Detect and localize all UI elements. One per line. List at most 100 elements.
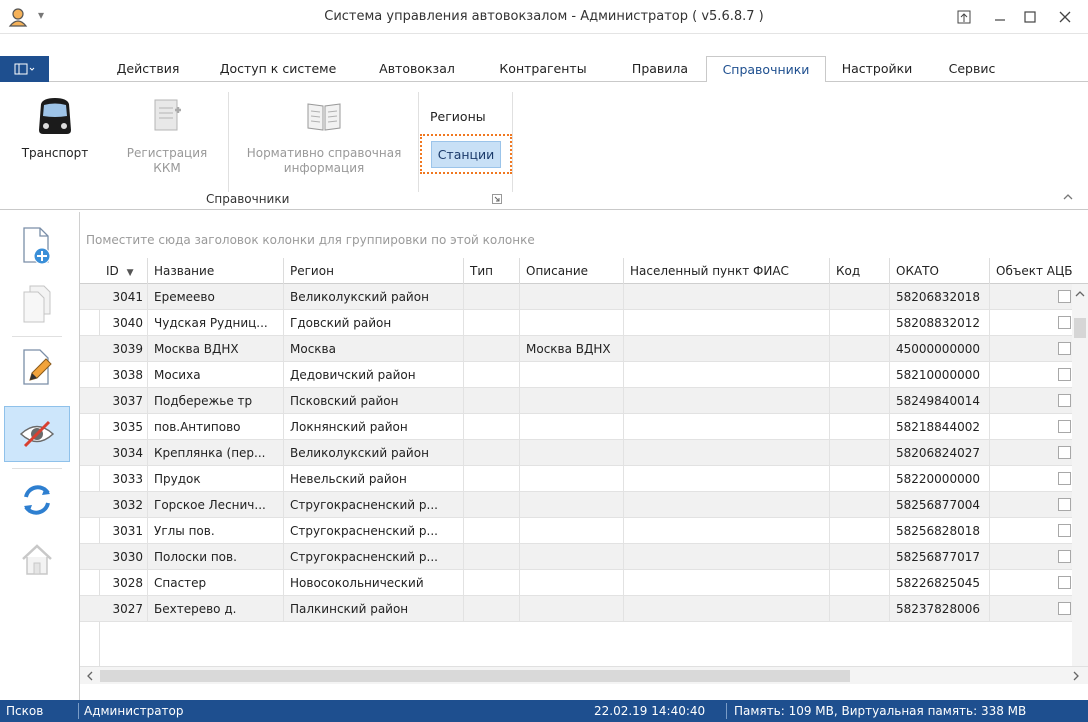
collapse-ribbon-icon[interactable]: [1062, 192, 1074, 202]
cell-region: Москва: [284, 336, 464, 362]
acb-object-checkbox[interactable]: [1058, 602, 1071, 615]
stations-grid: Поместите сюда заголовок колонки для гру…: [80, 212, 1088, 700]
acb-object-checkbox[interactable]: [1058, 498, 1071, 511]
table-row[interactable]: 3038 Мосиха Дедовичский район 5821000000…: [80, 362, 1075, 388]
acb-object-checkbox[interactable]: [1058, 550, 1071, 563]
group-by-panel[interactable]: Поместите сюда заголовок колонки для гру…: [80, 212, 1088, 258]
tab-references[interactable]: Справочники: [706, 56, 826, 83]
table-row[interactable]: 3035 пов.Антипово Локнянский район 58218…: [80, 414, 1075, 440]
table-row[interactable]: 3028 Спастер Новосокольнический 58226825…: [80, 570, 1075, 596]
cell-type: [464, 570, 520, 596]
home-icon: [22, 544, 52, 575]
stations-button-highlight[interactable]: Станции: [420, 134, 512, 174]
column-header-name[interactable]: Название: [148, 258, 284, 284]
acb-object-checkbox[interactable]: [1058, 472, 1071, 485]
cell-region: Стругокрасненский р...: [284, 518, 464, 544]
cell-okato: 58256877017: [890, 544, 990, 570]
regions-button[interactable]: Регионы: [430, 109, 486, 124]
table-row[interactable]: 3027 Бехтерево д. Палкинский район 58237…: [80, 596, 1075, 622]
cell-code: [830, 310, 890, 336]
table-row[interactable]: 3033 Прудок Невельский район 58220000000: [80, 466, 1075, 492]
cell-name: Прудок: [148, 466, 284, 492]
cell-code: [830, 336, 890, 362]
cell-region: Дедовичский район: [284, 362, 464, 388]
close-button[interactable]: [1052, 4, 1078, 30]
horizontal-scrollbar[interactable]: [80, 666, 1088, 684]
cell-fias: [624, 518, 830, 544]
column-header-acb-object[interactable]: Объект АЦБ: [990, 258, 1088, 284]
tab-service[interactable]: Сервис: [932, 56, 1012, 82]
acb-object-checkbox[interactable]: [1058, 290, 1071, 303]
cell-name: Чудская Рудниц...: [148, 310, 284, 336]
tab-system-access[interactable]: Доступ к системе: [214, 56, 342, 82]
stations-button[interactable]: Станции: [430, 140, 502, 168]
column-header-type[interactable]: Тип: [464, 258, 520, 284]
edit-record-button[interactable]: [4, 340, 70, 396]
column-header-description[interactable]: Описание: [520, 258, 624, 284]
minimize-button[interactable]: [987, 4, 1013, 30]
table-row[interactable]: 3040 Чудская Рудниц... Гдовский район 58…: [80, 310, 1075, 336]
cell-id: 3034: [100, 440, 148, 466]
acb-object-checkbox[interactable]: [1058, 316, 1071, 329]
column-header-id[interactable]: ID ▼: [100, 258, 148, 284]
table-row[interactable]: 3034 Креплянка (пер... Великолукский рай…: [80, 440, 1075, 466]
transport-button[interactable]: Транспорт: [10, 96, 100, 161]
cell-type: [464, 336, 520, 362]
scroll-up-icon[interactable]: [1075, 290, 1085, 298]
horizontal-scroll-thumb[interactable]: [100, 670, 850, 682]
table-row[interactable]: 3039 Москва ВДНХ Москва Москва ВДНХ 4500…: [80, 336, 1075, 362]
table-row[interactable]: 3032 Горское Леснич... Стругокрасненский…: [80, 492, 1075, 518]
column-header-code[interactable]: Код: [830, 258, 890, 284]
scroll-left-icon[interactable]: [86, 671, 94, 681]
table-row[interactable]: 3031 Углы пов. Стругокрасненский р... 58…: [80, 518, 1075, 544]
home-button[interactable]: [4, 532, 70, 588]
cell-type: [464, 362, 520, 388]
kkm-registration-button[interactable]: Регистрация ККМ: [116, 96, 218, 176]
copy-record-button[interactable]: [4, 276, 70, 332]
cell-region: Великолукский район: [284, 284, 464, 310]
acb-object-checkbox[interactable]: [1058, 576, 1071, 589]
cell-description: [520, 310, 624, 336]
minimize-icon: [995, 19, 1005, 21]
refresh-button[interactable]: [4, 472, 70, 528]
copy-icon: [23, 285, 51, 323]
column-header-fias[interactable]: Населенный пункт ФИАС: [624, 258, 830, 284]
tab-contractors[interactable]: Контрагенты: [488, 56, 598, 82]
group-dialog-launcher-icon[interactable]: [492, 194, 502, 204]
add-record-button[interactable]: [4, 218, 70, 274]
table-row[interactable]: 3037 Подбережье тр Псковский район 58249…: [80, 388, 1075, 414]
acb-object-checkbox[interactable]: [1058, 394, 1071, 407]
cell-code: [830, 466, 890, 492]
column-header-okato[interactable]: ОКАТО: [890, 258, 990, 284]
tab-rules[interactable]: Правила: [620, 56, 700, 82]
group-by-hint: Поместите сюда заголовок колонки для гру…: [86, 233, 535, 247]
cell-description: [520, 466, 624, 492]
scroll-right-icon[interactable]: [1072, 671, 1080, 681]
hide-toggle-button[interactable]: [4, 406, 70, 462]
acb-object-checkbox[interactable]: [1058, 446, 1071, 459]
tab-settings[interactable]: Настройки: [834, 56, 920, 82]
maximize-icon: [1024, 11, 1036, 23]
pin-icon: [957, 10, 971, 24]
column-header-region[interactable]: Регион: [284, 258, 464, 284]
app-menu-button[interactable]: [0, 56, 49, 82]
acb-object-checkbox[interactable]: [1058, 420, 1071, 433]
maximize-button[interactable]: [1017, 4, 1043, 30]
vertical-scroll-thumb[interactable]: [1074, 318, 1086, 338]
cell-id: 3033: [100, 466, 148, 492]
table-row[interactable]: 3030 Полоски пов. Стругокрасненский р...…: [80, 544, 1075, 570]
cell-region: Гдовский район: [284, 310, 464, 336]
acb-object-checkbox[interactable]: [1058, 368, 1071, 381]
normative-reference-button[interactable]: Нормативно справочная информация: [236, 96, 412, 176]
tab-actions[interactable]: Действия: [108, 56, 188, 82]
table-row[interactable]: 3041 Еремеево Великолукский район 582068…: [80, 284, 1075, 310]
cell-description: [520, 570, 624, 596]
cell-okato: 58206824027: [890, 440, 990, 466]
nsi-label-line2: информация: [283, 161, 365, 175]
vertical-scrollbar[interactable]: [1072, 284, 1088, 678]
pin-ribbon-button[interactable]: [951, 4, 977, 30]
cell-description: [520, 518, 624, 544]
acb-object-checkbox[interactable]: [1058, 342, 1071, 355]
acb-object-checkbox[interactable]: [1058, 524, 1071, 537]
tab-bus-station[interactable]: Автовокзал: [370, 56, 464, 82]
